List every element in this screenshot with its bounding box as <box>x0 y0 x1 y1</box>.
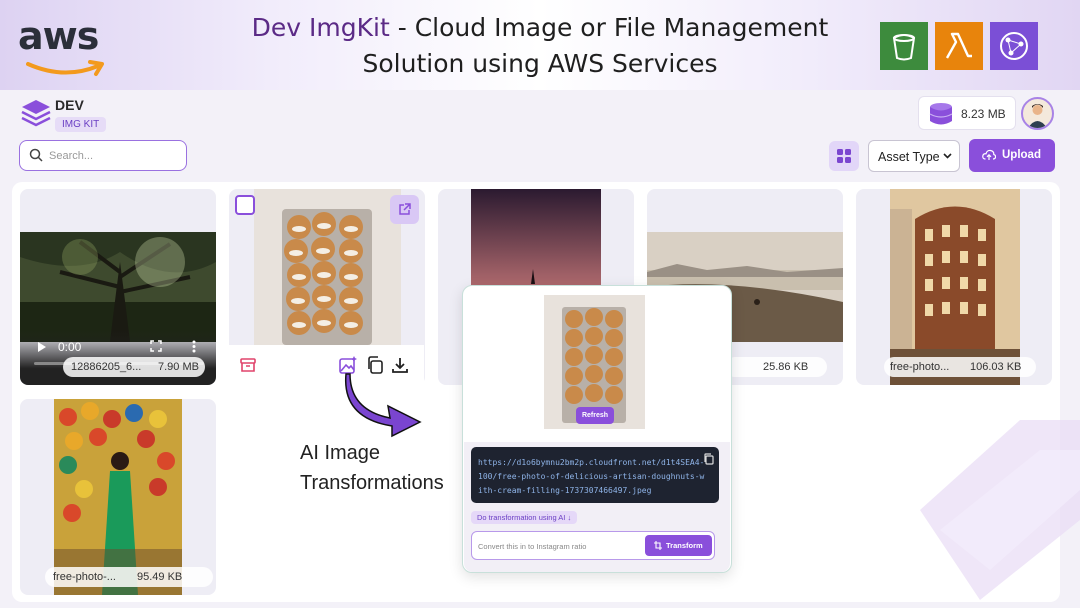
asset-info-pill: free-photo-... 95.49 KB <box>45 567 213 587</box>
chevron-down-icon <box>943 153 952 159</box>
search-box[interactable] <box>19 140 187 171</box>
app-tag: IMG KIT <box>55 117 107 132</box>
lanterns-thumbnail <box>54 399 182 595</box>
ai-transform-callout: AI Image Transformations <box>300 438 444 498</box>
copy-url-icon[interactable] <box>703 453 714 465</box>
cloudfront-icon <box>990 22 1038 70</box>
fullscreen-icon[interactable] <box>150 340 162 352</box>
search-input[interactable] <box>49 146 179 165</box>
callout-line2: Transformations <box>300 472 444 494</box>
transform-prompt-box[interactable]: Transform <box>471 531 715 560</box>
url-box: https://d1o6bymnu2bm2p.cloudfront.net/d1… <box>471 447 719 503</box>
lambda-icon <box>935 22 983 70</box>
asset-size: 7.90 MB <box>158 361 199 373</box>
image-url[interactable]: https://d1o6bymnu2bm2p.cloudfront.net/d1… <box>478 456 708 498</box>
asset-card-video[interactable]: 0:00 12886205_6... 7.90 MB <box>20 189 216 385</box>
transform-label: Transform <box>666 541 703 550</box>
database-icon <box>929 103 953 125</box>
callout-arrow-icon <box>344 373 422 438</box>
cloud-upload-icon <box>982 149 996 160</box>
banner-title-brand: Dev ImgKit <box>251 13 390 42</box>
transform-button[interactable]: Transform <box>645 535 712 556</box>
asset-card-building[interactable]: free-photo... 106.03 KB <box>856 189 1052 385</box>
play-icon[interactable] <box>37 342 47 352</box>
user-avatar[interactable] <box>1021 97 1054 130</box>
transform-panel: Refresh https://d1o6bymnu2bm2p.cloudfron… <box>462 285 732 573</box>
open-external-button[interactable] <box>390 195 419 224</box>
banner-title-line2: Solution using AWS Services <box>362 49 718 78</box>
archive-icon[interactable] <box>238 355 258 375</box>
aws-logo-text: aws <box>18 14 99 58</box>
s3-bucket-icon <box>880 22 928 70</box>
doughnuts-thumbnail <box>254 189 401 345</box>
more-options-icon[interactable] <box>192 340 196 353</box>
promo-banner: aws Dev ImgKit - Cloud Image or File Man… <box>0 0 1080 90</box>
aws-smile-arrow-icon <box>26 60 104 76</box>
app-name: DEV <box>55 97 84 113</box>
asset-name: free-photo-... <box>53 571 116 583</box>
grid-view-button[interactable] <box>829 141 859 171</box>
grid-icon <box>837 149 851 163</box>
banner-title-rest: - Cloud Image or File Management <box>389 13 829 42</box>
asset-info-pill: 12886205_6... 7.90 MB <box>63 357 205 377</box>
building-thumbnail <box>890 189 1020 385</box>
refresh-button[interactable]: Refresh <box>576 407 614 424</box>
storage-usage: 8.23 MB <box>918 96 1016 130</box>
asset-name: 12886205_6... <box>71 361 142 373</box>
external-link-icon <box>399 203 411 215</box>
asset-size: 25.86 KB <box>763 361 809 373</box>
crop-icon <box>654 541 662 550</box>
video-time: 0:00 <box>58 340 82 354</box>
asset-size: 106.03 KB <box>970 361 1022 373</box>
select-checkbox[interactable] <box>235 195 255 215</box>
arrow-down-icon: ↓ <box>567 513 572 522</box>
ai-chip-label: Do transformation using AI <box>477 513 566 522</box>
asset-info-pill: 25.86 KB <box>725 357 827 377</box>
asset-type-select[interactable]: Asset Type <box>868 140 960 172</box>
asset-type-label: Asset Type <box>878 150 940 164</box>
aws-logo: aws <box>18 14 108 76</box>
callout-line1: AI Image <box>300 442 381 464</box>
upload-label: Upload <box>1002 149 1041 161</box>
search-icon <box>29 148 43 162</box>
asset-size: 95.49 KB <box>137 571 183 583</box>
transform-prompt-input[interactable] <box>478 540 638 552</box>
video-thumbnail <box>20 232 216 342</box>
transform-controls: https://d1o6bymnu2bm2p.cloudfront.net/d1… <box>464 442 730 572</box>
asset-name: free-photo... <box>890 361 950 373</box>
asset-card-lanterns[interactable]: free-photo-... 95.49 KB <box>20 399 216 595</box>
asset-info-pill: free-photo... 106.03 KB <box>884 357 1036 377</box>
banner-title: Dev ImgKit - Cloud Image or File Managem… <box>240 10 840 82</box>
ai-transform-chip[interactable]: Do transformation using AI ↓ <box>471 511 578 524</box>
upload-button[interactable]: Upload <box>969 139 1055 172</box>
decorative-background-shape <box>920 420 1080 600</box>
layers-logo-icon <box>21 100 51 127</box>
storage-used-value: 8.23 MB <box>961 107 1006 121</box>
